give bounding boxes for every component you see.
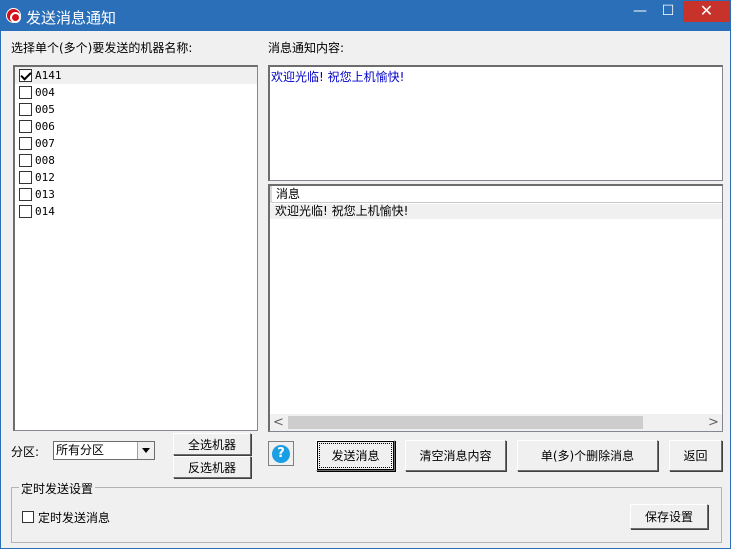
machine-name: 004 — [35, 86, 55, 99]
send-message-window: 发送消息通知 — ☐ ✕ 选择单个(多个)要发送的机器名称: 消息通知内容: A… — [0, 0, 731, 549]
machine-item[interactable]: 006 — [15, 118, 257, 135]
machine-item[interactable]: 007 — [15, 135, 257, 152]
window-title: 发送消息通知 — [26, 9, 117, 27]
scroll-right-icon[interactable]: > — [705, 414, 722, 431]
scrollbar-thumb[interactable] — [288, 416, 643, 429]
column-separator — [270, 186, 272, 203]
maximize-button[interactable]: ☐ — [655, 1, 681, 22]
zone-select-value: 所有分区 — [56, 443, 105, 457]
help-icon: ? — [272, 445, 290, 463]
machine-item[interactable]: 012 — [15, 169, 257, 186]
invert-selection-button[interactable]: 反选机器 — [173, 456, 251, 478]
machine-item[interactable]: 005 — [15, 101, 257, 118]
machine-checkbox[interactable] — [19, 188, 32, 201]
machine-name: 006 — [35, 120, 55, 133]
close-button[interactable]: ✕ — [683, 1, 730, 22]
message-column-label: 消息 — [276, 187, 301, 201]
machine-item[interactable]: 014 — [15, 203, 257, 220]
machine-name: 007 — [35, 137, 55, 150]
machine-checkbox[interactable] — [19, 154, 32, 167]
machine-item[interactable]: A141 — [15, 67, 257, 84]
machine-checkbox[interactable] — [19, 86, 32, 99]
scroll-left-icon[interactable]: < — [270, 414, 287, 431]
machine-item[interactable]: 008 — [15, 152, 257, 169]
message-row[interactable]: 欢迎光临! 祝您上机愉快! — [270, 204, 722, 219]
machine-checkbox[interactable] — [19, 103, 32, 116]
timer-settings-group: 定时发送设置 定时发送消息 保存设置 — [11, 480, 722, 543]
horizontal-scrollbar[interactable]: < > — [270, 414, 722, 431]
machine-checkbox[interactable] — [19, 120, 32, 133]
delete-message-button[interactable]: 单(多)个删除消息 — [517, 440, 658, 471]
back-button[interactable]: 返回 — [669, 440, 722, 471]
message-content-label: 消息通知内容: — [268, 41, 345, 55]
save-settings-button[interactable]: 保存设置 — [630, 504, 708, 529]
zone-label: 分区: — [11, 445, 40, 459]
machine-list[interactable]: A141 004 005 006 007 008 012 013 014 — [13, 65, 258, 431]
machine-checkbox[interactable] — [19, 69, 32, 82]
machine-checkbox[interactable] — [19, 137, 32, 150]
minimize-button[interactable]: — — [627, 1, 653, 22]
message-column-header[interactable]: 消息 — [270, 186, 722, 203]
message-list[interactable]: 消息 欢迎光临! 祝您上机愉快! < > — [268, 184, 723, 432]
machine-name: 014 — [35, 205, 55, 218]
title-bar[interactable]: 发送消息通知 — ☐ ✕ — [1, 1, 730, 31]
machine-item[interactable]: 004 — [15, 84, 257, 101]
timer-checkbox-label[interactable]: 定时发送消息 — [38, 509, 110, 526]
machine-name: 012 — [35, 171, 55, 184]
zone-select[interactable]: 所有分区 — [53, 441, 155, 460]
machine-name: A141 — [35, 69, 62, 82]
machine-name: 013 — [35, 188, 55, 201]
timer-group-title: 定时发送设置 — [19, 480, 96, 497]
chevron-down-icon[interactable] — [137, 442, 154, 459]
machine-list-label: 选择单个(多个)要发送的机器名称: — [11, 41, 193, 55]
machine-checkbox[interactable] — [19, 205, 32, 218]
app-logo-icon — [6, 8, 21, 23]
machine-name: 008 — [35, 154, 55, 167]
help-button[interactable]: ? — [268, 441, 294, 466]
message-content-input[interactable]: 欢迎光临! 祝您上机愉快! — [268, 65, 723, 181]
clear-message-button[interactable]: 清空消息内容 — [405, 440, 506, 471]
timer-checkbox[interactable] — [22, 511, 34, 523]
machine-checkbox[interactable] — [19, 171, 32, 184]
select-all-machines-button[interactable]: 全选机器 — [173, 433, 251, 455]
machine-name: 005 — [35, 103, 55, 116]
machine-item[interactable]: 013 — [15, 186, 257, 203]
send-message-button[interactable]: 发送消息 — [316, 440, 395, 471]
